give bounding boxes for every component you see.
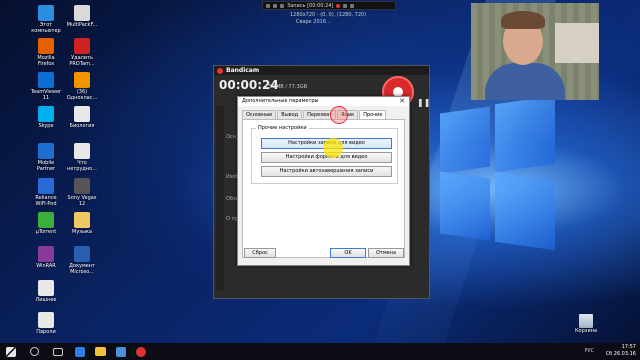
desktop-app-icon [38,212,54,228]
desktop-app-icon [74,106,90,122]
bandicam-file-size: 3.3MB / 77.3GB [268,84,307,90]
desktop-icon[interactable]: MultiPackF... [60,5,104,28]
tray-icons[interactable]: РУС [584,348,594,354]
desktop-app-icon [74,178,90,194]
desktop-app-icon [38,246,54,262]
bandicam-title: Bandicam [226,67,260,74]
autocomplete-settings-button[interactable]: Настройки автозавершения записи [261,166,392,177]
clock-date: Сб 26.03.16 [605,351,636,357]
desktop-icon[interactable]: Лишнее [24,280,68,303]
explorer-icon[interactable] [95,347,106,356]
webcam-shelf [555,23,599,63]
wallpaper-window-pane [495,171,555,251]
recycle-bin[interactable]: Корзина [575,314,597,334]
desktop-icon[interactable]: Музыка [60,212,104,235]
bandicam-logo-icon [217,68,223,74]
bandicam-menu-row[interactable]: Осн [226,134,236,140]
desktop-icon-label: Биология [69,123,95,129]
desktop-app-icon [38,280,54,296]
pause-icon[interactable]: ❚❚ [417,98,430,107]
wallpaper-window-pane [440,106,490,174]
toolbar-btn-icon[interactable] [266,3,270,8]
desktop-icon[interactable]: (36) Одноклас... [60,72,104,101]
tray-lang[interactable]: РУС [584,348,594,354]
store-icon[interactable] [116,346,126,357]
desktop-icon[interactable]: Биология [60,106,104,129]
desktop-app-icon [38,38,54,54]
toolbar-btn-icon[interactable] [273,3,277,8]
toolbar-btn-icon[interactable] [350,3,355,8]
desktop-icon-label: Лишнее [35,297,57,303]
desktop-app-icon [74,72,90,88]
recycle-bin-icon [579,314,593,328]
clock-time: 17:57 [621,344,636,350]
bandicam-sidebar [216,106,224,291]
cursor-highlight [323,138,343,158]
task-view-icon[interactable] [53,347,63,356]
desktop-icon-label: Документ Microso... [69,263,95,275]
close-icon[interactable]: ✕ [399,97,405,106]
recording-status: Запись [00:00:24] [287,2,334,9]
click-highlight [330,106,348,124]
dialog-titlebar[interactable]: Дополнительные параметры ✕ [238,97,409,106]
wallpaper-window-pane [440,171,490,241]
toolbar-btn-icon[interactable] [343,3,348,8]
desktop-icon-label: Sony Vegas 12 [67,195,97,207]
toolbar-btn-icon[interactable] [280,3,284,8]
desktop-app-icon [38,72,54,88]
desktop-app-icon [38,143,54,159]
desktop-icon-label: Пароли [36,329,56,335]
desktop-icon[interactable]: Что нетрудно... [60,143,104,172]
desktop-icon-label: Удалить PROTam... [69,55,95,67]
desktop-icon-label: Музыка [72,229,92,235]
desktop-app-icon [74,212,90,228]
desktop-icon-label: MultiPackF... [66,22,98,28]
reset-button[interactable]: Сброс [244,248,276,258]
desktop-app-icon [38,106,54,122]
cancel-button[interactable]: Отмена [368,248,404,258]
desktop-app-icon [38,312,54,328]
desktop-icon[interactable]: Удалить PROTam... [60,38,104,67]
taskbar: РУС 17:57 Сб 26.03.16 [0,343,640,360]
recording-region-text: 1280x720 - (0, 0), (1280, 720) [290,12,367,18]
bandicam-taskbar-icon[interactable] [136,346,146,357]
tab-panel: Прочие настройки Настройки записи для ви… [242,119,405,258]
recycle-bin-label: Корзина [575,328,598,334]
desktop-app-icon [74,246,90,262]
windows-logo-icon[interactable] [6,346,16,357]
desktop-icon[interactable]: Пароли [24,312,68,335]
bandicam-titlebar[interactable]: Bandicam [214,66,429,75]
recording-sub-text: Сварк 2016... [296,19,331,25]
desktop-app-icon [38,178,54,194]
desktop-icon[interactable]: Sony Vegas 12 [60,178,104,207]
advanced-settings-dialog: Дополнительные параметры ✕ Основные Выво… [237,96,410,266]
group-label: Прочие настройки [256,125,309,131]
desktop-icon[interactable]: Документ Microso... [60,246,104,275]
desktop-app-icon [38,5,54,21]
record-dot-icon[interactable] [336,3,341,8]
webcam-person-body [485,63,565,100]
desktop-app-icon [74,5,90,21]
edge-icon[interactable] [75,346,85,357]
desktop-app-icon [74,38,90,54]
desktop-icon-label: Что нетрудно... [67,160,97,172]
recording-toolbar[interactable]: Запись [00:00:24] [262,1,396,10]
desktop-app-icon [74,143,90,159]
other-settings-group: Прочие настройки Настройки записи для ви… [251,125,398,184]
wallpaper-window-pane [495,95,555,173]
desktop-icon-label: (36) Одноклас... [66,89,98,101]
dialog-title: Дополнительные параметры [242,98,319,104]
webcam-person-hair [501,11,545,29]
clock[interactable]: 17:57 Сб 26.03.16 [606,344,636,358]
search-icon[interactable] [30,347,39,356]
webcam-overlay [471,3,599,100]
ok-button[interactable]: OK [330,248,366,258]
